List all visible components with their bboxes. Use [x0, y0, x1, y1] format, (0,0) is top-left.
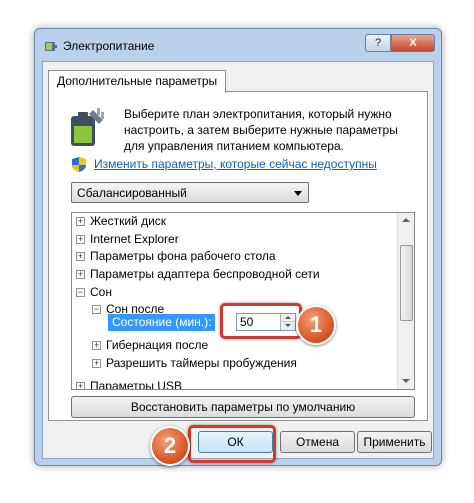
expand-icon[interactable]: + [76, 235, 85, 244]
tree-item-label: Internet Explorer [90, 232, 179, 246]
expand-icon[interactable]: + [76, 252, 85, 261]
scroll-thumb[interactable] [400, 245, 413, 321]
title-bar[interactable]: Электропитание ? X [35, 29, 441, 61]
chevron-down-icon [294, 191, 302, 196]
power-options-window: Электропитание ? X Дополнительные параме… [34, 28, 442, 466]
tree-item-label: Параметры USB [90, 379, 182, 390]
ok-button[interactable]: ОК [198, 431, 273, 453]
spinner-buttons [280, 314, 295, 330]
uac-shield-icon [72, 157, 86, 172]
spinner-down-button[interactable] [281, 322, 295, 330]
power-options-icon [45, 42, 57, 51]
cancel-button[interactable]: Отмена [280, 431, 355, 453]
tree-item-label: Разрешить таймеры пробуждения [106, 356, 297, 370]
expand-icon[interactable]: + [92, 359, 101, 368]
plan-description: Выберите план электропитания, который ну… [124, 107, 398, 153]
settings-tree: + Жесткий диск + Internet Explorer + Пар… [71, 212, 415, 390]
expand-icon[interactable]: + [76, 270, 85, 279]
expand-icon[interactable]: + [92, 341, 101, 350]
sleep-after-minutes-spinner[interactable]: 50 [236, 313, 296, 331]
step-badge-2: 2 [150, 426, 190, 466]
spinner-value: 50 [240, 315, 254, 329]
expand-icon[interactable]: + [76, 382, 85, 389]
change-unavailable-settings-link[interactable]: Изменить параметры, которые сейчас недос… [94, 157, 377, 171]
power-plan-value: Сбалансированный [77, 186, 187, 200]
tab-advanced-settings[interactable]: Дополнительные параметры [48, 70, 227, 93]
expand-icon[interactable]: + [76, 217, 85, 226]
dialog-client-area: Дополнительные параметры Выберите план э… [42, 61, 434, 459]
tree-item-label: Параметры фона рабочего стола [90, 249, 276, 263]
setting-label-selected: Состояние (мин.): [108, 314, 216, 331]
collapse-icon[interactable]: − [92, 305, 101, 314]
power-plan-select[interactable]: Сбалансированный [71, 182, 309, 203]
tree-item-label: Параметры адаптера беспроводной сети [90, 267, 320, 281]
restore-defaults-button[interactable]: Восстановить параметры по умолчанию [71, 396, 415, 418]
window-title: Электропитание [63, 39, 155, 53]
collapse-icon[interactable]: − [76, 288, 85, 297]
battery-plug-icon [71, 108, 104, 146]
advanced-settings-panel: Выберите план электропитания, который ну… [48, 91, 428, 421]
spinner-up-button[interactable] [281, 314, 295, 322]
apply-button[interactable]: Применить [357, 431, 432, 453]
tree-item-label: Гибернация после [106, 338, 209, 352]
close-button[interactable]: X [391, 34, 435, 52]
tree-item-label: Сон [90, 285, 112, 299]
step-badge-1: 1 [296, 305, 336, 345]
tree-scrollbar[interactable] [397, 213, 414, 389]
tree-item-label: Жесткий диск [90, 214, 167, 228]
scroll-down-arrow-icon[interactable] [398, 373, 414, 389]
help-button[interactable]: ? [365, 34, 391, 52]
scroll-up-arrow-icon[interactable] [398, 213, 414, 229]
